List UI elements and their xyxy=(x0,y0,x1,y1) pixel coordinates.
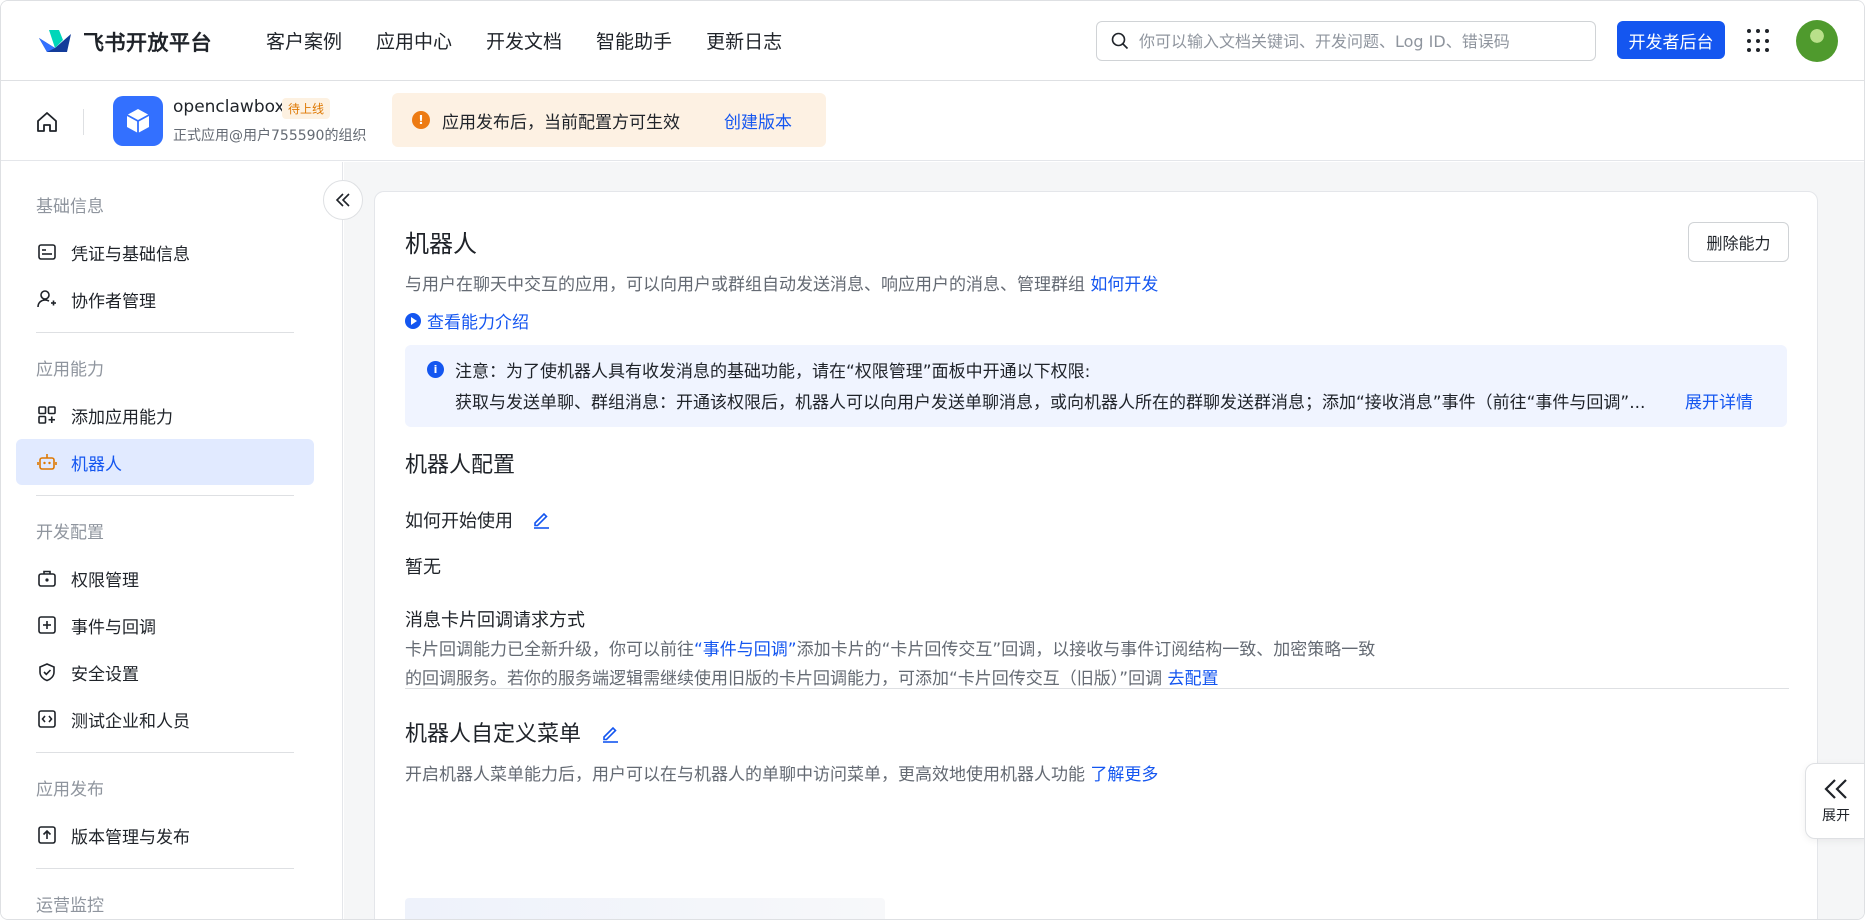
edit-icon[interactable] xyxy=(600,723,620,743)
callback-description: 卡片回调能力已全新升级，你可以前往“事件与回调”添加卡片的“卡片回传交互”回调，… xyxy=(405,640,1376,689)
robot-description: 与用户在聊天中交互的应用，可以向用户或群组自动发送消息、响应用户的消息、管理群组… xyxy=(405,275,1159,295)
info-line-2: 获取与发送单聊、群组消息：开通该权限后，机器人可以向用户发送单聊消息，或向机器人… xyxy=(455,393,1646,413)
events-callbacks-link[interactable]: “事件与回调” xyxy=(694,640,797,660)
status-badge: 待上线 xyxy=(282,98,331,119)
test-icon xyxy=(38,710,56,728)
top-nav: 飞书开放平台 客户案例 应用中心 开发文档 智能助手 更新日志 开发者后台 xyxy=(1,1,1864,81)
dev-console-button[interactable]: 开发者后台 xyxy=(1617,21,1725,59)
collapse-sidebar-button[interactable] xyxy=(323,180,363,220)
apps-grid-icon[interactable] xyxy=(1747,29,1771,53)
sidebar-item-permissions[interactable]: 权限管理 xyxy=(16,555,314,601)
home-icon[interactable] xyxy=(35,111,59,133)
app-header xyxy=(1,81,1864,161)
brand-logo[interactable]: 飞书开放平台 xyxy=(37,27,212,57)
sidebar-item-label: 安全设置 xyxy=(71,664,139,685)
sidebar-item-versions[interactable]: 版本管理与发布 xyxy=(16,812,314,858)
sidebar-divider xyxy=(36,868,294,869)
event-icon xyxy=(38,616,56,634)
create-version-link[interactable]: 创建版本 xyxy=(724,108,792,133)
go-configure-link[interactable]: 去配置 xyxy=(1168,669,1219,689)
sidebar-group-basic: 基础信息 xyxy=(36,197,104,217)
how-to-develop-link[interactable]: 如何开发 xyxy=(1090,275,1158,295)
notice-text: 应用发布后，当前配置方可生效 xyxy=(442,112,680,133)
sidebar-group-dev-config: 开发配置 xyxy=(36,523,104,543)
sidebar-item-events[interactable]: 事件与回调 xyxy=(16,602,314,648)
nav-dev-docs[interactable]: 开发文档 xyxy=(486,27,562,54)
expand-panel-button[interactable]: 展开 xyxy=(1805,763,1864,839)
play-icon xyxy=(405,312,421,329)
chevrons-left-icon xyxy=(335,193,350,207)
sidebar-group-monitoring: 运营监控 xyxy=(36,896,104,916)
feishu-logo-icon xyxy=(39,30,71,52)
shield-icon xyxy=(39,663,55,682)
avatar[interactable] xyxy=(1796,20,1838,62)
sidebar-item-label: 机器人 xyxy=(71,454,122,475)
sidebar-item-label: 测试企业和人员 xyxy=(71,711,190,732)
expand-details-link[interactable]: 展开详情 xyxy=(1685,388,1753,413)
edit-icon[interactable] xyxy=(531,509,551,529)
upload-icon xyxy=(38,826,56,844)
sidebar-item-label: 事件与回调 xyxy=(71,617,156,638)
sidebar-divider xyxy=(36,495,294,496)
app-org: 正式应用@用户755590的组织 xyxy=(173,128,367,144)
sidebar-item-robot[interactable]: 机器人 xyxy=(16,439,314,485)
apps-add-icon xyxy=(38,406,56,424)
chevrons-left-icon xyxy=(1824,779,1847,799)
nav-links: 客户案例 应用中心 开发文档 智能助手 更新日志 xyxy=(266,27,816,54)
robot-icon xyxy=(37,454,57,470)
sidebar-divider xyxy=(36,332,294,333)
sidebar: 基础信息 凭证与基础信息 协作者管理 应用能力 添加应用能力 机器人 开发配置 … xyxy=(1,162,343,919)
nav-app-center[interactable]: 应用中心 xyxy=(376,27,452,54)
search-input[interactable] xyxy=(1139,31,1579,51)
view-intro-link[interactable]: 查看能力介绍 xyxy=(405,308,529,333)
nav-changelog[interactable]: 更新日志 xyxy=(706,27,782,54)
menu-section-title: 机器人自定义菜单 xyxy=(405,716,620,748)
brand-name: 飞书开放平台 xyxy=(83,31,212,55)
sidebar-item-credentials[interactable]: 凭证与基础信息 xyxy=(16,229,314,275)
permission-info-box: i 注意：为了使机器人具有收发消息的基础功能，请在“权限管理”面板中开通以下权限… xyxy=(405,345,1787,427)
sidebar-item-security[interactable]: 安全设置 xyxy=(16,649,314,695)
nav-ai-assistant[interactable]: 智能助手 xyxy=(596,27,672,54)
robot-card: 机器人 删除能力 与用户在聊天中交互的应用，可以向用户或群组自动发送消息、响应用… xyxy=(374,191,1818,919)
info-icon: i xyxy=(427,361,444,378)
sidebar-item-collaborators[interactable]: 协作者管理 xyxy=(16,276,314,322)
search-icon xyxy=(1111,32,1129,50)
search-box[interactable] xyxy=(1096,21,1596,61)
sidebar-group-publish: 应用发布 xyxy=(36,780,104,800)
page-title: 机器人 xyxy=(405,230,477,258)
app-name: openclawbox xyxy=(173,97,285,117)
sidebar-divider xyxy=(36,752,294,753)
sidebar-item-label: 权限管理 xyxy=(71,570,139,591)
learn-more-link[interactable]: 了解更多 xyxy=(1090,765,1158,785)
credential-icon xyxy=(38,244,56,260)
how-to-use-row: 如何开始使用 xyxy=(405,507,551,533)
config-section-title: 机器人配置 xyxy=(405,453,516,478)
callback-title: 消息卡片回调请求方式 xyxy=(405,610,585,631)
user-add-icon xyxy=(37,290,56,308)
sidebar-item-label: 协作者管理 xyxy=(71,291,156,312)
sidebar-item-label: 添加应用能力 xyxy=(71,407,173,428)
permission-icon xyxy=(38,570,56,587)
menu-preview-image xyxy=(405,898,885,919)
info-line-1: 注意：为了使机器人具有收发消息的基础功能，请在“权限管理”面板中开通以下权限: xyxy=(455,362,1091,382)
sidebar-item-label: 版本管理与发布 xyxy=(71,827,190,848)
sidebar-item-test-org[interactable]: 测试企业和人员 xyxy=(16,696,314,742)
section-divider xyxy=(405,688,1789,689)
publish-notice: ! 应用发布后，当前配置方可生效 创建版本 xyxy=(392,93,826,147)
menu-description: 开启机器人菜单能力后，用户可以在与机器人的单聊中访问菜单，更高效地使用机器人功能… xyxy=(405,765,1159,785)
header-divider xyxy=(83,109,84,135)
sidebar-item-add-capability[interactable]: 添加应用能力 xyxy=(16,392,314,438)
sidebar-group-capabilities: 应用能力 xyxy=(36,360,104,380)
nav-customer-cases[interactable]: 客户案例 xyxy=(266,27,342,54)
warning-icon: ! xyxy=(412,111,430,129)
how-to-use-value: 暂无 xyxy=(405,557,441,578)
app-icon xyxy=(113,96,163,146)
expand-label: 展开 xyxy=(1822,808,1850,824)
sidebar-item-label: 凭证与基础信息 xyxy=(71,244,190,265)
delete-capability-button[interactable]: 删除能力 xyxy=(1688,222,1789,262)
window-frame: 飞书开放平台 客户案例 应用中心 开发文档 智能助手 更新日志 开发者后台 xyxy=(0,0,1865,920)
cube-icon xyxy=(126,109,150,133)
